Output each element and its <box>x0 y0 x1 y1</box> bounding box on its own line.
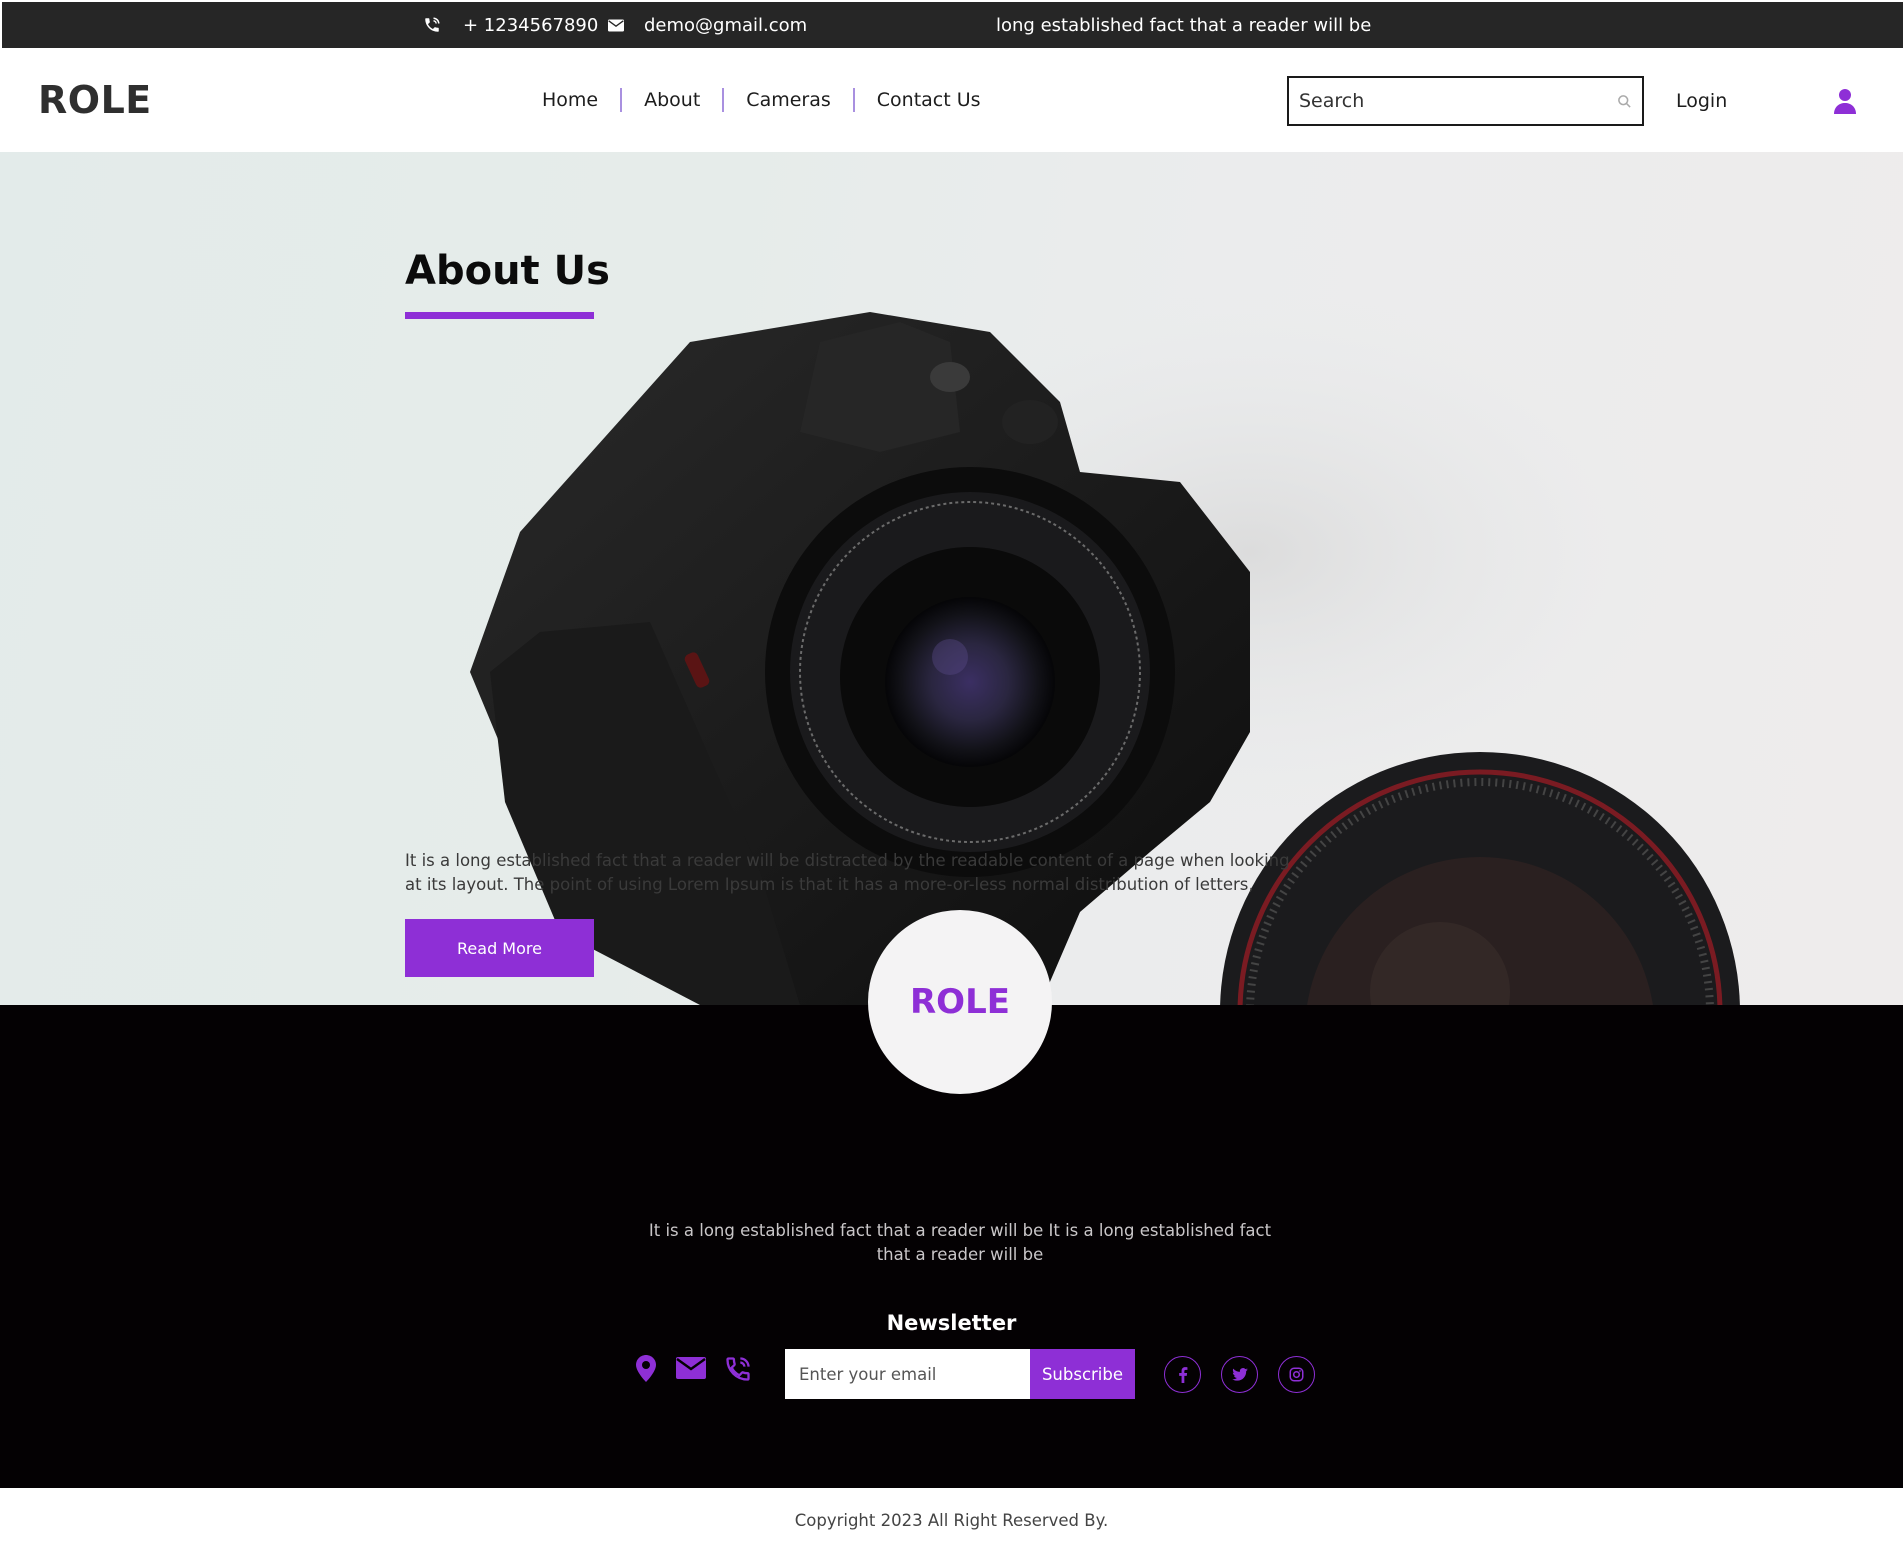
newsletter-title: Newsletter <box>886 1311 1017 1335</box>
title-underline <box>405 312 594 319</box>
about-hero: About Us It is a long established fact t… <box>0 152 1903 1005</box>
location-icon[interactable] <box>636 1355 656 1386</box>
twitter-icon[interactable] <box>1221 1356 1258 1393</box>
topbar-email[interactable]: demo@gmail.com <box>644 2 807 48</box>
search-input[interactable] <box>1289 90 1599 112</box>
copyright-text: Copyright 2023 All Right Reserved By. <box>794 1510 1109 1530</box>
mail-icon[interactable] <box>676 1357 706 1383</box>
read-more-button[interactable]: Read More <box>405 919 594 977</box>
footer-logo-badge: ROLE <box>868 910 1052 1094</box>
login-link[interactable]: Login <box>1676 90 1727 112</box>
topbar-tagline: long established fact that a reader will… <box>996 14 1372 36</box>
topbar-phone[interactable]: + 1234567890 <box>463 2 598 48</box>
top-contact-bar: + 1234567890 demo@gmail.com long establi… <box>2 2 1903 48</box>
nav-home[interactable]: Home <box>520 89 620 111</box>
hero-title: About Us <box>405 248 610 294</box>
user-icon[interactable] <box>1834 88 1856 118</box>
subscribe-button[interactable]: Subscribe <box>1030 1349 1135 1399</box>
footer-description: It is a long established fact that a rea… <box>648 1221 1272 1264</box>
nav-cameras[interactable]: Cameras <box>724 89 852 111</box>
footer-logo[interactable]: ROLE <box>910 982 1010 1022</box>
search-box <box>1287 76 1644 126</box>
site-logo[interactable]: ROLE <box>38 78 152 122</box>
copyright-bar: Copyright 2023 All Right Reserved By. <box>0 1488 1903 1552</box>
site-header: ROLE Home About Cameras Contact Us Login <box>0 48 1903 152</box>
mail-icon <box>608 2 624 48</box>
nav-about[interactable]: About <box>622 89 722 111</box>
search-icon[interactable] <box>1617 94 1632 113</box>
instagram-icon[interactable] <box>1278 1356 1315 1393</box>
phone-icon <box>423 2 441 48</box>
nav-contact-us[interactable]: Contact Us <box>855 89 1003 111</box>
facebook-icon[interactable] <box>1164 1356 1201 1393</box>
main-nav: Home About Cameras Contact Us <box>520 48 1003 152</box>
newsletter-email-input[interactable] <box>785 1349 1030 1399</box>
phone-icon[interactable] <box>724 1355 752 1387</box>
hero-description: It is a long established fact that a rea… <box>405 851 1290 894</box>
